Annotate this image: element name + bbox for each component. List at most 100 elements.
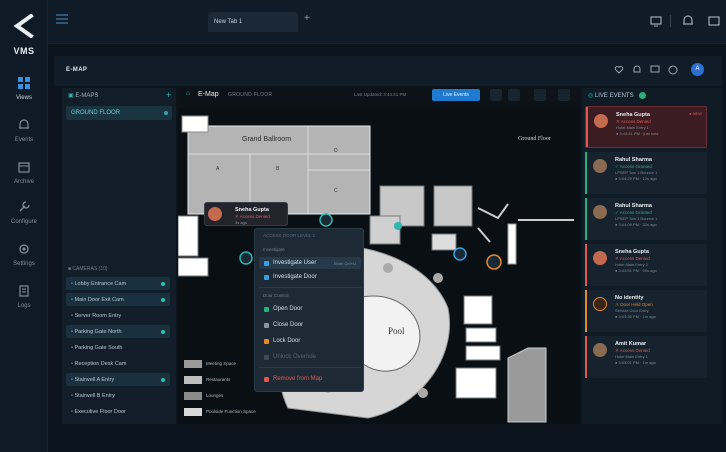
event-name: No identity: [615, 295, 644, 301]
event-time: ● 3:44:09 PM · 32s ago: [615, 222, 657, 227]
app-name: VMS: [13, 46, 35, 56]
tab-new-tab-1[interactable]: New Tab 1: [208, 12, 298, 32]
event-time: ● 3:43:30 PM · 1m ago: [615, 314, 656, 319]
edit-icon[interactable]: [534, 89, 546, 101]
event-severity-bar: [585, 152, 587, 194]
camera-label: Stairwell A Entry: [74, 377, 115, 383]
event-location: Hotel Main Entry 1: [616, 125, 649, 130]
add-map-button[interactable]: +: [166, 90, 171, 100]
nav-item-logs[interactable]: Logs: [0, 284, 48, 309]
camera-item[interactable]: ▫ Lobby Entrance Cam: [66, 277, 170, 290]
event-card[interactable]: Amit Kumar ✕ Access Denied Hotel Main En…: [585, 336, 707, 378]
live-events-button[interactable]: Live Events: [432, 89, 480, 101]
camera-status-dot: [161, 298, 165, 302]
event-location: Hotel Main Entry 1: [615, 354, 648, 359]
cameras-header: ■ CAMERAS (10): [68, 266, 107, 272]
avatar: [593, 205, 607, 219]
camera-label: Lobby Entrance Cam: [74, 281, 127, 287]
menu-item-open-door[interactable]: Open Door: [259, 303, 361, 315]
camera-icon: ■: [68, 266, 72, 272]
heart-icon[interactable]: [614, 65, 624, 75]
menu-item-investigate-user[interactable]: Investigate User Enter Ctrl+U: [259, 257, 361, 269]
legend-label: Poolside Function Space: [206, 409, 256, 415]
camera-item[interactable]: ▫ Stairwell A Entry: [66, 373, 170, 386]
left-nav: VMS Views Events Archive Configure Setti…: [0, 0, 48, 452]
lock-icon: [264, 339, 269, 344]
legend-item: Lounges: [184, 392, 223, 400]
floor-item-ground[interactable]: GROUND FLOOR: [66, 106, 172, 120]
camera-item[interactable]: ▫ Parking Gate North: [66, 325, 170, 338]
pulse-icon: ◎: [588, 93, 595, 100]
camera-item[interactable]: ▫ Server Room Entry: [66, 309, 170, 322]
event-card[interactable]: No identity ⚠ Door Held Open Service Doo…: [585, 290, 707, 332]
avatar: [593, 343, 607, 357]
bell-icon[interactable]: [632, 65, 642, 75]
map-area: ⌂ E-Map GROUND FLOOR Last Updated: 3:44:…: [178, 88, 580, 424]
event-card[interactable]: Sneha Gupta ✕ Access Denied Hotel Main E…: [585, 106, 707, 148]
nav-item-configure[interactable]: Configure: [0, 200, 48, 225]
fullscreen-icon[interactable]: [558, 89, 570, 101]
event-name: Sneha Gupta: [615, 249, 649, 255]
event-location: LPSEP Tow 1 Bounce 1: [615, 216, 658, 221]
zoom-in-icon[interactable]: [490, 89, 502, 101]
user-avatar[interactable]: A: [691, 63, 704, 76]
room-label-c: C: [334, 188, 338, 194]
menu-item-lock-door[interactable]: Lock Door: [259, 335, 361, 347]
add-tab-button[interactable]: +: [304, 13, 310, 24]
event-card[interactable]: Rahul Sharma ✓ Access Granted LPSEP Tow …: [585, 152, 707, 194]
nav-label: Views: [16, 95, 32, 101]
menu-section-investigate: Investigate: [263, 247, 285, 252]
help-icon[interactable]: [668, 65, 678, 75]
popup-time: 3s ago: [235, 220, 248, 225]
menu-item-unlock-override[interactable]: Unlock Override: [259, 351, 361, 363]
chat-icon[interactable]: [650, 65, 660, 75]
menu-item-investigate-door[interactable]: Investigate Door: [259, 271, 361, 283]
camera-item[interactable]: ▫ Main Door Exit Cam: [66, 293, 170, 306]
camera-item[interactable]: ▫ Stairwell B Entry: [66, 389, 170, 402]
map-toolbar: ⌂ E-Map GROUND FLOOR Last Updated: 3:44:…: [178, 88, 580, 104]
event-popup[interactable]: Sneha Gupta ✕ Access Denied 3s ago: [204, 202, 288, 226]
nav-item-archive[interactable]: Archive: [0, 160, 48, 185]
nav-item-settings[interactable]: Settings: [0, 242, 48, 267]
status-bar: [48, 430, 726, 452]
event-card[interactable]: Sneha Gupta ✕ Access Denied Hotel Main E…: [585, 244, 707, 286]
event-location: Hotel Main Entry 2: [615, 262, 648, 267]
menu-item-close-door[interactable]: Close Door: [259, 319, 361, 331]
camera-label: Parking Gate South: [74, 345, 123, 351]
menu-item-remove-from-map[interactable]: Remove from Map: [259, 373, 361, 385]
camera-item[interactable]: ▫ Executive Floor Door: [66, 405, 170, 418]
window-icon[interactable]: [708, 15, 720, 27]
page-title: E-MAP: [66, 67, 88, 73]
nav-item-views[interactable]: Views: [0, 76, 48, 101]
gear-icon: [19, 244, 29, 254]
page-header: E-MAP A: [54, 56, 722, 86]
camera-label: Server Room Entry: [74, 313, 122, 319]
floor-status-dot: [164, 111, 168, 115]
event-card[interactable]: Rahul Sharma ✓ Access Granted LPSEP Tow …: [585, 198, 707, 240]
monitor-icon[interactable]: [650, 15, 662, 27]
camera-item[interactable]: ▫ Reception Desk Cam: [66, 357, 170, 370]
legend-label: Restaurants: [206, 377, 231, 383]
event-severity-bar: [585, 336, 587, 378]
close-door-icon: [264, 323, 269, 328]
avatar: [593, 251, 607, 265]
map-icon: ▣: [68, 93, 74, 99]
context-menu-header: ACCESS DOOR LEVEL 1: [263, 233, 316, 238]
nav-item-events[interactable]: Events: [0, 118, 48, 143]
camera-item[interactable]: ▫ Parking Gate South: [66, 341, 170, 354]
nav-label: Configure: [10, 219, 37, 225]
legend-swatch: [184, 360, 202, 368]
menu-icon[interactable]: [56, 14, 68, 24]
event-severity-bar: [585, 244, 587, 286]
camera-status-dot: [161, 282, 165, 286]
cameras-header-label: CAMERAS (10): [72, 266, 108, 272]
wrench-icon: [19, 201, 30, 212]
camera-label: Stairwell B Entry: [74, 393, 115, 399]
room-label-ballroom: Grand Ballroom: [242, 136, 292, 143]
zoom-out-icon[interactable]: [508, 89, 520, 101]
legend-swatch: [184, 376, 202, 384]
bell-icon[interactable]: [682, 15, 694, 27]
app-logo[interactable]: VMS: [0, 13, 48, 56]
floor-plan[interactable]: [178, 108, 580, 424]
legend-item: Meeting Space: [184, 360, 236, 368]
